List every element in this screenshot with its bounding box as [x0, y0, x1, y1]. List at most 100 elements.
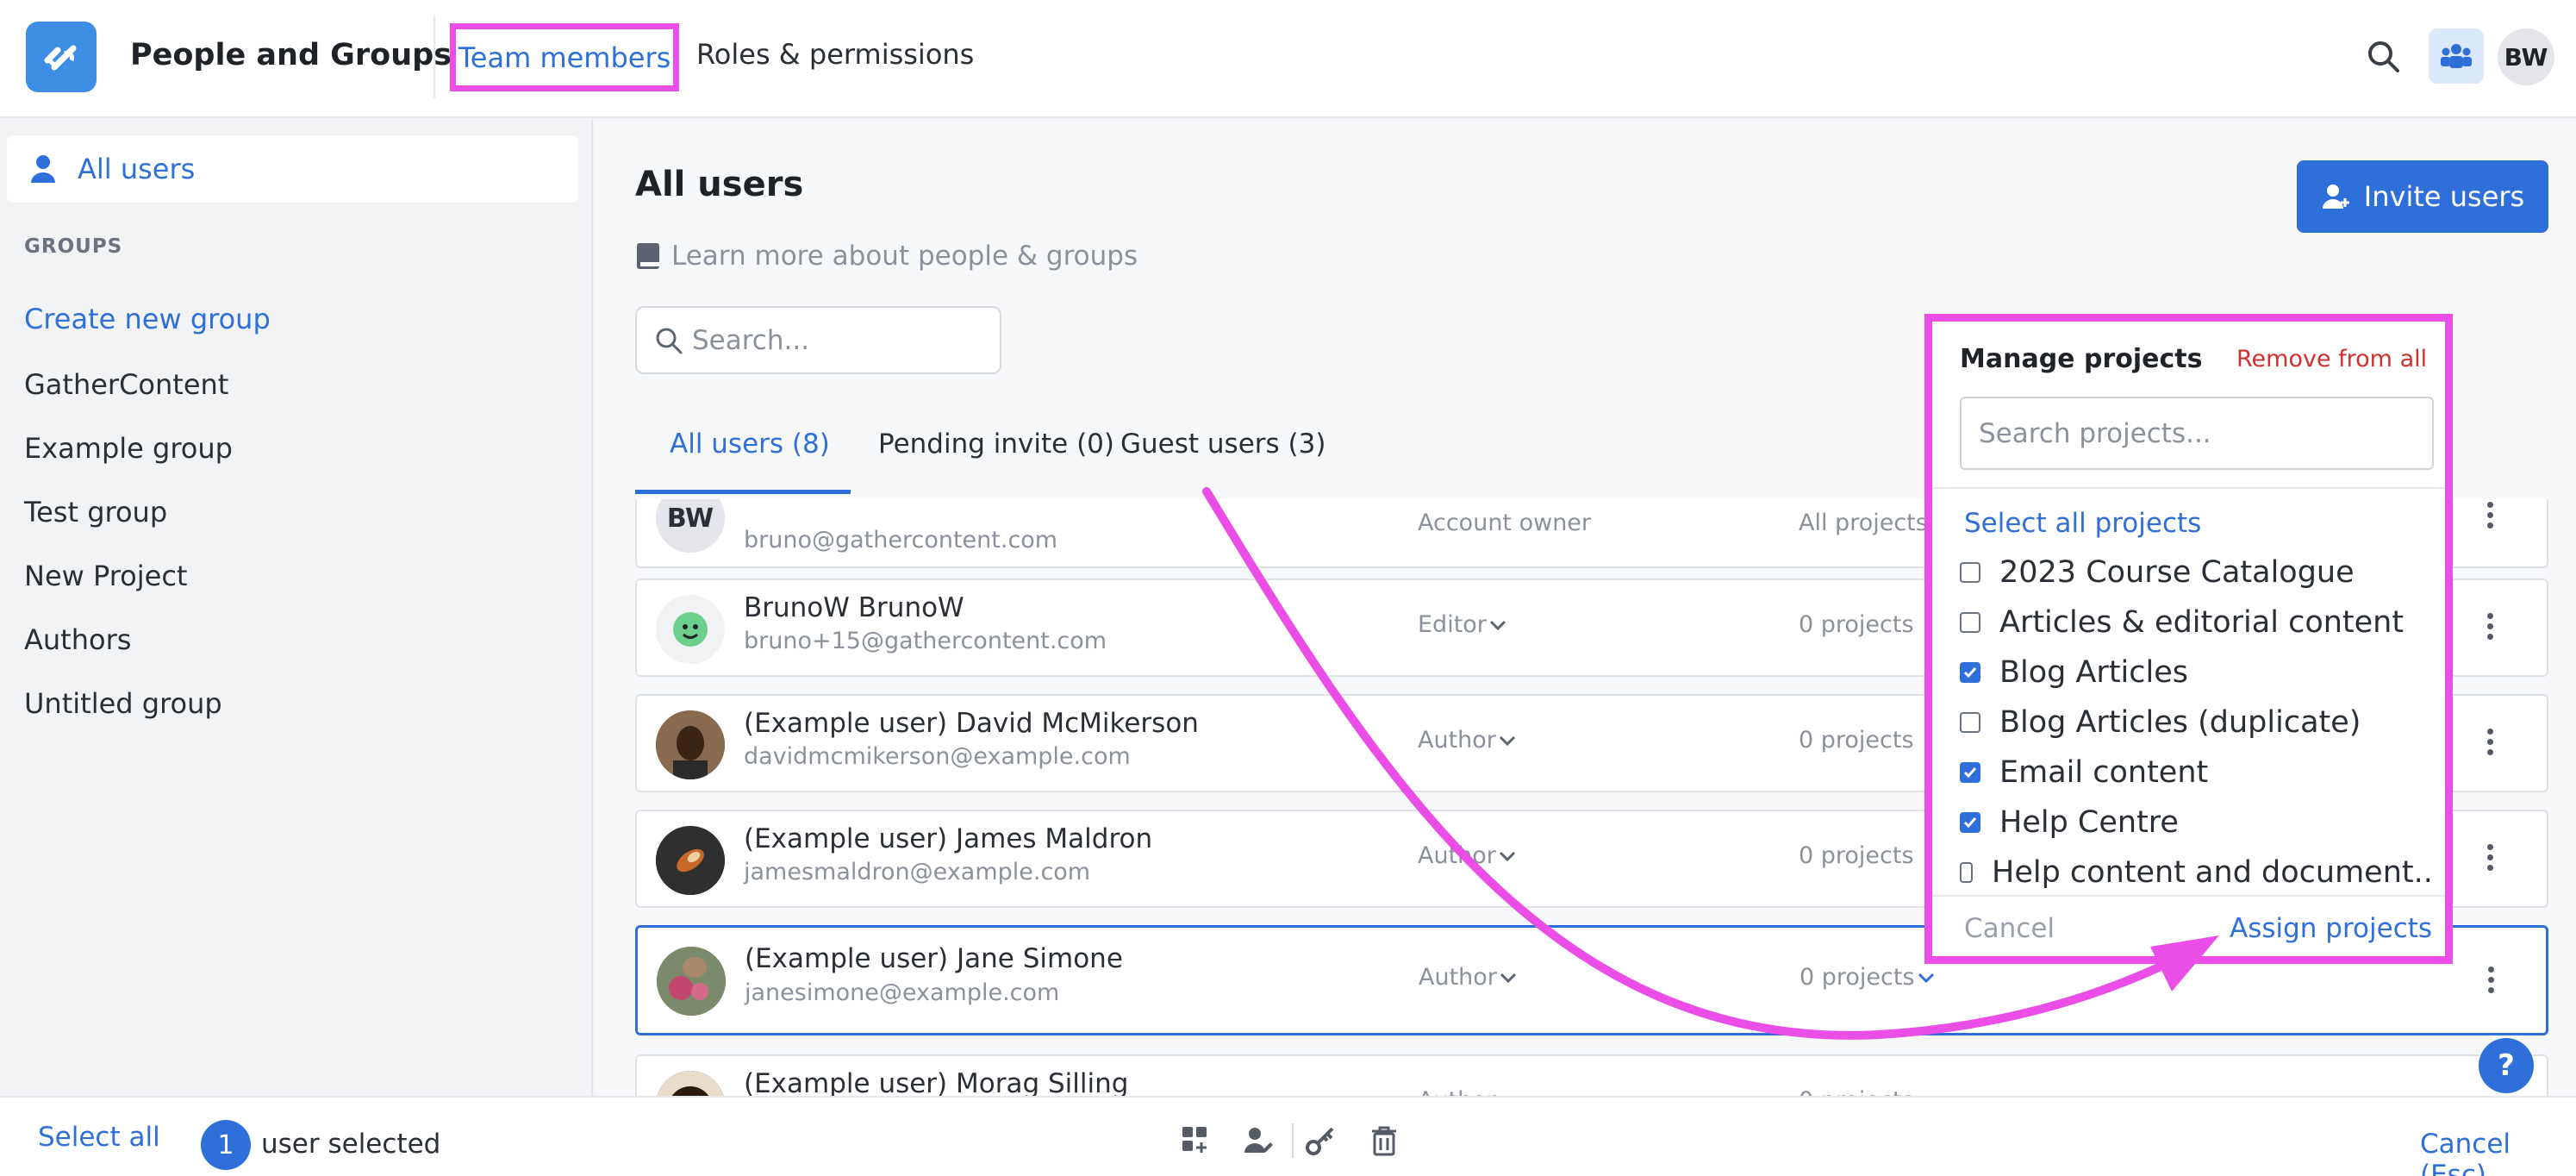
invite-users-label: Invite users	[2363, 180, 2525, 213]
checkbox[interactable]	[1960, 862, 1974, 883]
assign-projects-icon[interactable]	[1179, 1123, 1213, 1158]
project-label: Help content and document...	[1992, 855, 2434, 890]
checkbox[interactable]	[1960, 712, 1980, 733]
key-icon[interactable]	[1303, 1123, 1338, 1158]
project-list: 2023 Course Catalogue Articles & editori…	[1960, 547, 2434, 892]
tab-guest-users[interactable]: Guest users (3)	[1120, 428, 1325, 460]
select-all-link[interactable]: Select all	[38, 1122, 160, 1153]
remove-from-all-link[interactable]: Remove from all	[2236, 346, 2427, 372]
project-search-input[interactable]	[1979, 417, 2410, 449]
check-icon	[1963, 667, 1977, 679]
sidebar-group-item[interactable]: Example group	[24, 432, 233, 465]
top-header: People and Groups Team members Roles & p…	[0, 0, 2576, 118]
divider	[1932, 487, 2445, 489]
project-option[interactable]: Blog Articles	[1960, 647, 2434, 697]
projects-dropdown[interactable]: 0 projects	[1799, 611, 1914, 638]
sidebar: All users GROUPS Create new group Gather…	[0, 120, 593, 1096]
checkbox-checked[interactable]	[1960, 762, 1980, 783]
change-role-icon[interactable]	[1241, 1123, 1276, 1158]
user-email: bruno@gathercontent.com	[744, 527, 1058, 554]
project-option[interactable]: Email content	[1960, 748, 2434, 798]
search-icon[interactable]	[2363, 36, 2404, 78]
projects-dropdown[interactable]: 0 projects	[1799, 727, 1914, 754]
divider	[1932, 895, 2445, 897]
role-dropdown[interactable]: Editor	[1418, 611, 1509, 638]
avatar	[656, 826, 725, 895]
avatar	[656, 710, 725, 779]
role-dropdown[interactable]: Author	[1418, 1087, 1519, 1096]
sidebar-group-item[interactable]: New Project	[24, 560, 187, 592]
project-label: Email content	[1999, 755, 2209, 790]
projects-dropdown[interactable]: 0 projects	[1799, 964, 1937, 991]
user-role-label: Account owner	[1418, 510, 1592, 536]
table-row[interactable]: (Example user) Morag Silling Author 0 pr…	[635, 1054, 2548, 1096]
project-option[interactable]: Help content and document...	[1960, 848, 2434, 892]
checkbox[interactable]	[1960, 562, 1980, 583]
user-name: (Example user) Jane Simone	[745, 943, 1123, 974]
user-email: janesimone@example.com	[745, 979, 1060, 1006]
manage-projects-title: Manage projects	[1960, 344, 2203, 374]
user-search-field[interactable]	[635, 306, 1001, 374]
user-role-label: Author	[1418, 727, 1496, 754]
user-projects-label: 0 projects	[1799, 611, 1914, 638]
search-icon	[656, 328, 683, 353]
more-options-icon[interactable]	[2483, 610, 2497, 648]
help-button[interactable]: ?	[2479, 1038, 2534, 1093]
user-role-label: Author	[1419, 964, 1497, 991]
sidebar-item-all-users[interactable]: All users	[7, 135, 578, 203]
chevron-down-icon	[1918, 973, 1934, 983]
project-option[interactable]: Blog Articles (duplicate)	[1960, 697, 2434, 748]
user-projects-label: 0 projects	[1799, 964, 1915, 991]
user-name: BrunoW BrunoW	[744, 592, 964, 623]
role-dropdown[interactable]: Author	[1419, 964, 1519, 991]
active-tab-underline	[635, 490, 851, 494]
role-dropdown[interactable]: Author	[1418, 842, 1519, 869]
tab-roles-permissions[interactable]: Roles & permissions	[696, 38, 974, 71]
trash-icon[interactable]	[1367, 1123, 1401, 1158]
header-divider	[433, 16, 435, 98]
tab-all-users[interactable]: All users (8)	[670, 428, 830, 460]
chevron-down-icon	[1499, 735, 1515, 746]
manage-projects-popover: Manage projects Remove from all Select a…	[1924, 314, 2453, 964]
more-options-icon[interactable]	[2484, 964, 2498, 1002]
bulk-action-bar: Select all 1 user selected Cancel (Esc)	[0, 1096, 2576, 1176]
checkbox[interactable]	[1960, 612, 1980, 633]
assign-projects-button[interactable]: Assign projects	[2230, 913, 2432, 944]
learn-more-link[interactable]: Learn more about people & groups	[635, 241, 1138, 272]
projects-dropdown[interactable]: 0 projects	[1799, 842, 1914, 869]
select-all-projects-link[interactable]: Select all projects	[1964, 508, 2201, 539]
more-options-icon[interactable]	[2483, 726, 2497, 764]
sidebar-group-item[interactable]: Test group	[24, 496, 167, 529]
user-projects-label: All projects	[1799, 510, 1928, 536]
avatar	[657, 947, 726, 1016]
more-options-icon[interactable]	[2483, 841, 2497, 879]
projects-dropdown[interactable]: 0 projects	[1799, 1087, 1937, 1096]
tab-pending-invite[interactable]: Pending invite (0)	[878, 428, 1114, 460]
sidebar-group-item[interactable]: GatherContent	[24, 368, 228, 401]
selected-count-badge: 1	[201, 1120, 251, 1170]
project-option[interactable]: Articles & editorial content	[1960, 597, 2434, 647]
user-avatar[interactable]: BW	[2498, 28, 2554, 85]
cancel-selection-button[interactable]: Cancel (Esc)	[2420, 1129, 2576, 1176]
app-logo-icon[interactable]	[26, 22, 97, 92]
project-option[interactable]: Help Centre	[1960, 798, 2434, 848]
tab-team-members[interactable]: Team members	[450, 23, 679, 91]
invite-users-button[interactable]: Invite users	[2297, 160, 2548, 233]
cancel-button[interactable]: Cancel	[1964, 913, 2055, 944]
user-search-input[interactable]	[692, 324, 985, 356]
learn-more-label: Learn more about people & groups	[671, 241, 1138, 272]
check-icon	[1963, 767, 1977, 779]
team-icon[interactable]	[2429, 28, 2484, 84]
more-options-icon[interactable]	[2483, 499, 2497, 537]
sidebar-group-item[interactable]: Authors	[24, 623, 131, 656]
user-projects-label: 0 projects	[1799, 727, 1914, 754]
sidebar-item-label: All users	[78, 153, 196, 185]
project-option[interactable]: 2023 Course Catalogue	[1960, 547, 2434, 597]
project-search-field[interactable]	[1960, 397, 2434, 470]
checkbox-checked[interactable]	[1960, 662, 1980, 683]
sidebar-group-item[interactable]: Untitled group	[24, 687, 222, 720]
user-name: (Example user) Morag Silling	[744, 1068, 1129, 1096]
create-group-link[interactable]: Create new group	[24, 303, 271, 335]
role-dropdown[interactable]: Author	[1418, 727, 1519, 754]
checkbox-checked[interactable]	[1960, 812, 1980, 833]
